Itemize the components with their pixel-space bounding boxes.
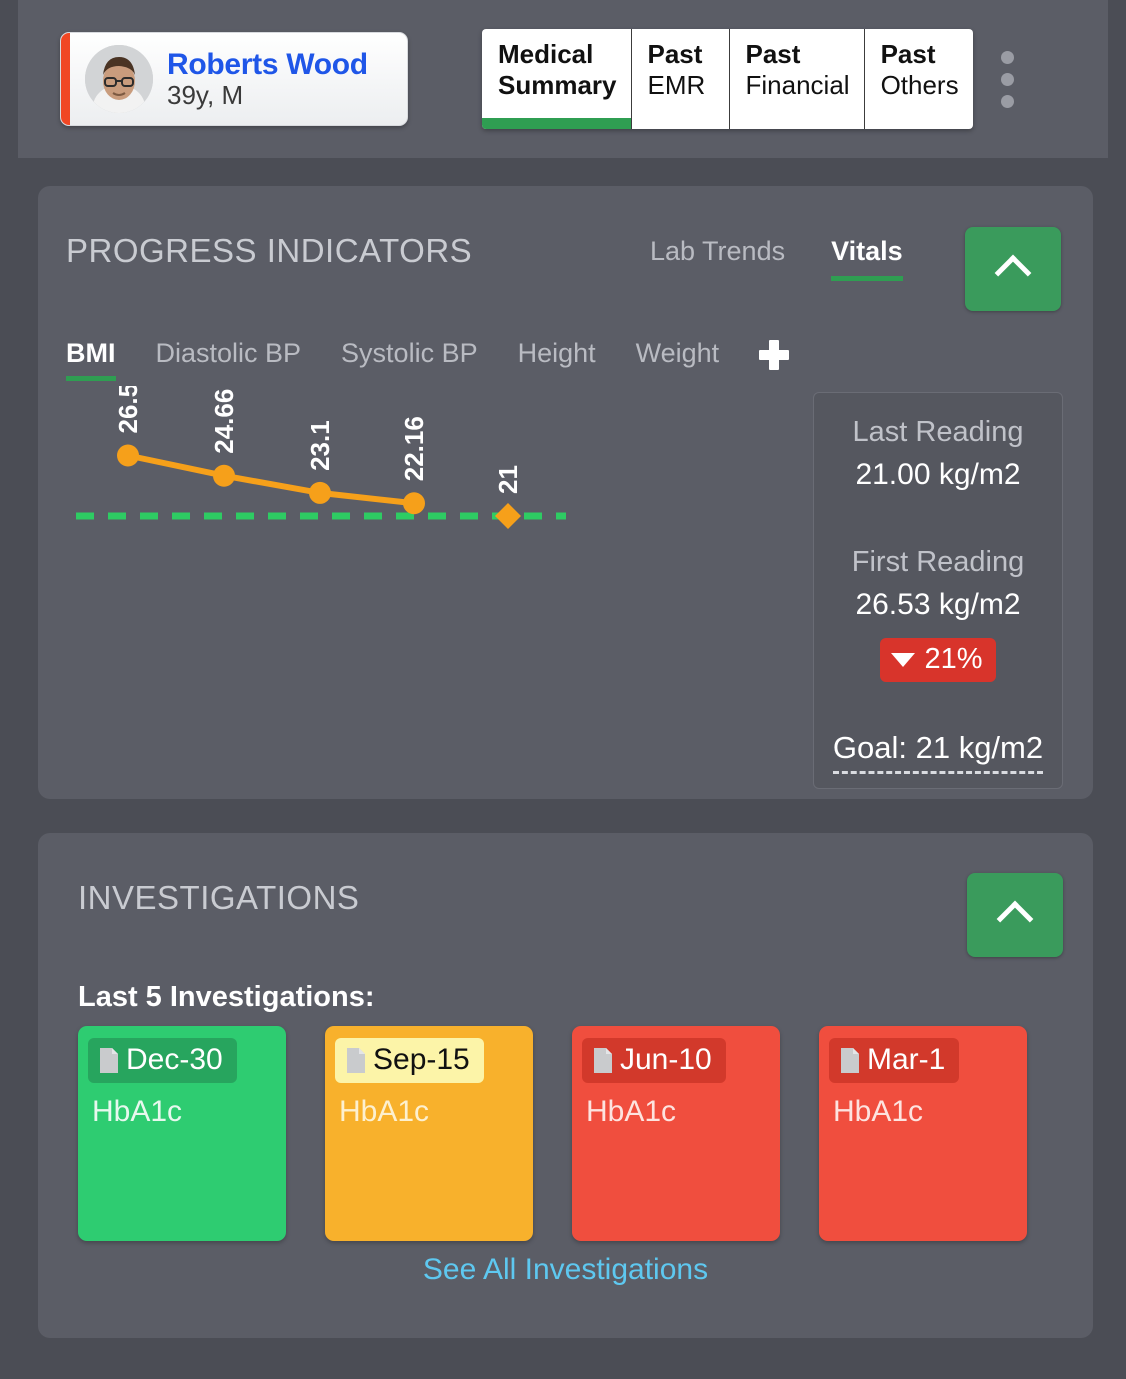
investigation-cards: Dec-30 HbA1c Sep-15 HbA1c Jun-10 HbA1c bbox=[78, 1026, 1027, 1241]
triangle-down-icon bbox=[891, 653, 915, 667]
progress-view-tabs: Lab Trends Vitals bbox=[650, 236, 903, 281]
metric-tab-height-label: Height bbox=[518, 338, 596, 368]
investigation-date-pill: Jun-10 bbox=[582, 1038, 726, 1083]
investigation-card[interactable]: Jun-10 HbA1c bbox=[572, 1026, 780, 1241]
delta-badge: 21% bbox=[880, 638, 995, 682]
metric-tab-systolic-bp-label: Systolic BP bbox=[341, 338, 478, 368]
investigation-card[interactable]: Dec-30 HbA1c bbox=[78, 1026, 286, 1241]
progress-indicators-panel: PROGRESS INDICATORS Lab Trends Vitals BM… bbox=[38, 186, 1093, 799]
metric-tab-weight-label: Weight bbox=[636, 338, 720, 368]
investigation-card[interactable]: Sep-15 HbA1c bbox=[325, 1026, 533, 1241]
first-reading-value: 26.53 kg/m2 bbox=[814, 583, 1062, 627]
document-icon bbox=[839, 1047, 861, 1074]
patient-status-accent bbox=[61, 33, 70, 125]
investigation-test-name: HbA1c bbox=[339, 1095, 533, 1129]
chevron-up-icon bbox=[997, 901, 1034, 938]
tab-past-others[interactable]: Past Others bbox=[865, 29, 973, 129]
investigation-test-name: HbA1c bbox=[833, 1095, 1027, 1129]
tab-past-others-line2: Others bbox=[881, 70, 959, 101]
investigation-date-pill: Sep-15 bbox=[335, 1038, 484, 1083]
view-tab-vitals-label: Vitals bbox=[831, 236, 903, 266]
tab-past-emr-line2: EMR bbox=[648, 70, 715, 101]
investigation-date-pill: Mar-1 bbox=[829, 1038, 959, 1083]
tab-medical-summary[interactable]: Medical Summary bbox=[482, 29, 632, 129]
metric-tab-active-underline bbox=[66, 376, 116, 381]
investigation-date-pill: Dec-30 bbox=[88, 1038, 237, 1083]
tab-medical-summary-line1: Medical bbox=[498, 39, 617, 70]
last-reading-value: 21.00 kg/m2 bbox=[814, 453, 1062, 497]
metric-tabs: BMI Diastolic BP Systolic BP Height Weig… bbox=[66, 338, 789, 381]
view-tab-lab-trends-label: Lab Trends bbox=[650, 236, 785, 266]
tab-past-financial-line1: Past bbox=[746, 39, 850, 70]
svg-text:26.5: 26.5 bbox=[113, 386, 143, 434]
see-all-investigations-link[interactable]: See All Investigations bbox=[38, 1253, 1093, 1287]
tab-past-financial[interactable]: Past Financial bbox=[730, 29, 865, 129]
tab-past-emr[interactable]: Past EMR bbox=[632, 29, 730, 129]
metric-tab-bmi-label: BMI bbox=[66, 338, 116, 368]
view-tab-lab-trends[interactable]: Lab Trends bbox=[650, 236, 785, 281]
investigations-subtitle: Last 5 Investigations: bbox=[78, 981, 375, 1014]
svg-text:22.16: 22.16 bbox=[399, 416, 429, 481]
goal-text: Goal: 21 kg/m2 bbox=[833, 730, 1043, 774]
metric-tab-bmi[interactable]: BMI bbox=[66, 338, 116, 381]
metric-tab-diastolic-bp[interactable]: Diastolic BP bbox=[156, 338, 302, 381]
investigations-title: INVESTIGATIONS bbox=[78, 879, 359, 917]
patient-card[interactable]: Roberts Wood 39y, M bbox=[60, 32, 408, 126]
investigations-panel: INVESTIGATIONS Last 5 Investigations: De… bbox=[38, 833, 1093, 1338]
document-icon bbox=[345, 1047, 367, 1074]
patient-name: Roberts Wood bbox=[167, 49, 368, 81]
add-metric-icon[interactable] bbox=[759, 340, 789, 370]
chevron-up-icon bbox=[995, 255, 1032, 292]
svg-text:23.1: 23.1 bbox=[305, 420, 335, 471]
tab-past-financial-line2: Financial bbox=[746, 70, 850, 101]
investigations-collapse-button[interactable] bbox=[967, 873, 1063, 957]
investigation-card[interactable]: Mar-1 HbA1c bbox=[819, 1026, 1027, 1241]
tab-medical-summary-line2: Summary bbox=[498, 70, 617, 101]
kebab-menu-icon[interactable] bbox=[1001, 51, 1014, 108]
investigation-date: Jun-10 bbox=[620, 1043, 712, 1077]
view-tab-active-underline bbox=[831, 276, 903, 281]
metric-tab-weight[interactable]: Weight bbox=[636, 338, 720, 381]
investigation-date: Dec-30 bbox=[126, 1043, 223, 1077]
svg-text:21: 21 bbox=[493, 465, 523, 494]
top-bar: Roberts Wood 39y, M Medical Summary Past… bbox=[18, 0, 1108, 158]
metric-tab-diastolic-bp-label: Diastolic BP bbox=[156, 338, 302, 368]
svg-text:24.66: 24.66 bbox=[209, 389, 239, 454]
tab-past-emr-line1: Past bbox=[648, 39, 715, 70]
first-reading-label: First Reading bbox=[814, 541, 1062, 583]
bmi-trend-chart[interactable]: 26.5 24.66 23.1 22.16 21 bbox=[66, 386, 806, 756]
progress-indicators-title: PROGRESS INDICATORS bbox=[66, 232, 472, 270]
last-reading-label: Last Reading bbox=[814, 411, 1062, 453]
avatar bbox=[85, 45, 153, 113]
tab-past-others-line1: Past bbox=[881, 39, 959, 70]
delta-value: 21% bbox=[924, 643, 982, 676]
document-icon bbox=[98, 1047, 120, 1074]
document-icon bbox=[592, 1047, 614, 1074]
view-tab-vitals[interactable]: Vitals bbox=[831, 236, 903, 281]
investigation-test-name: HbA1c bbox=[586, 1095, 780, 1129]
investigation-test-name: HbA1c bbox=[92, 1095, 286, 1129]
metric-tab-systolic-bp[interactable]: Systolic BP bbox=[341, 338, 478, 381]
metric-tab-height[interactable]: Height bbox=[518, 338, 596, 381]
main-tabs: Medical Summary Past EMR Past Financial … bbox=[482, 29, 973, 129]
bmi-stats-box: Last Reading 21.00 kg/m2 First Reading 2… bbox=[813, 392, 1063, 789]
progress-collapse-button[interactable] bbox=[965, 227, 1061, 311]
investigation-date: Sep-15 bbox=[373, 1043, 470, 1077]
tab-active-underline bbox=[482, 118, 631, 129]
patient-meta: 39y, M bbox=[167, 81, 368, 109]
goal-row: Goal: 21 kg/m2 bbox=[820, 730, 1056, 774]
investigation-date: Mar-1 bbox=[867, 1043, 945, 1077]
